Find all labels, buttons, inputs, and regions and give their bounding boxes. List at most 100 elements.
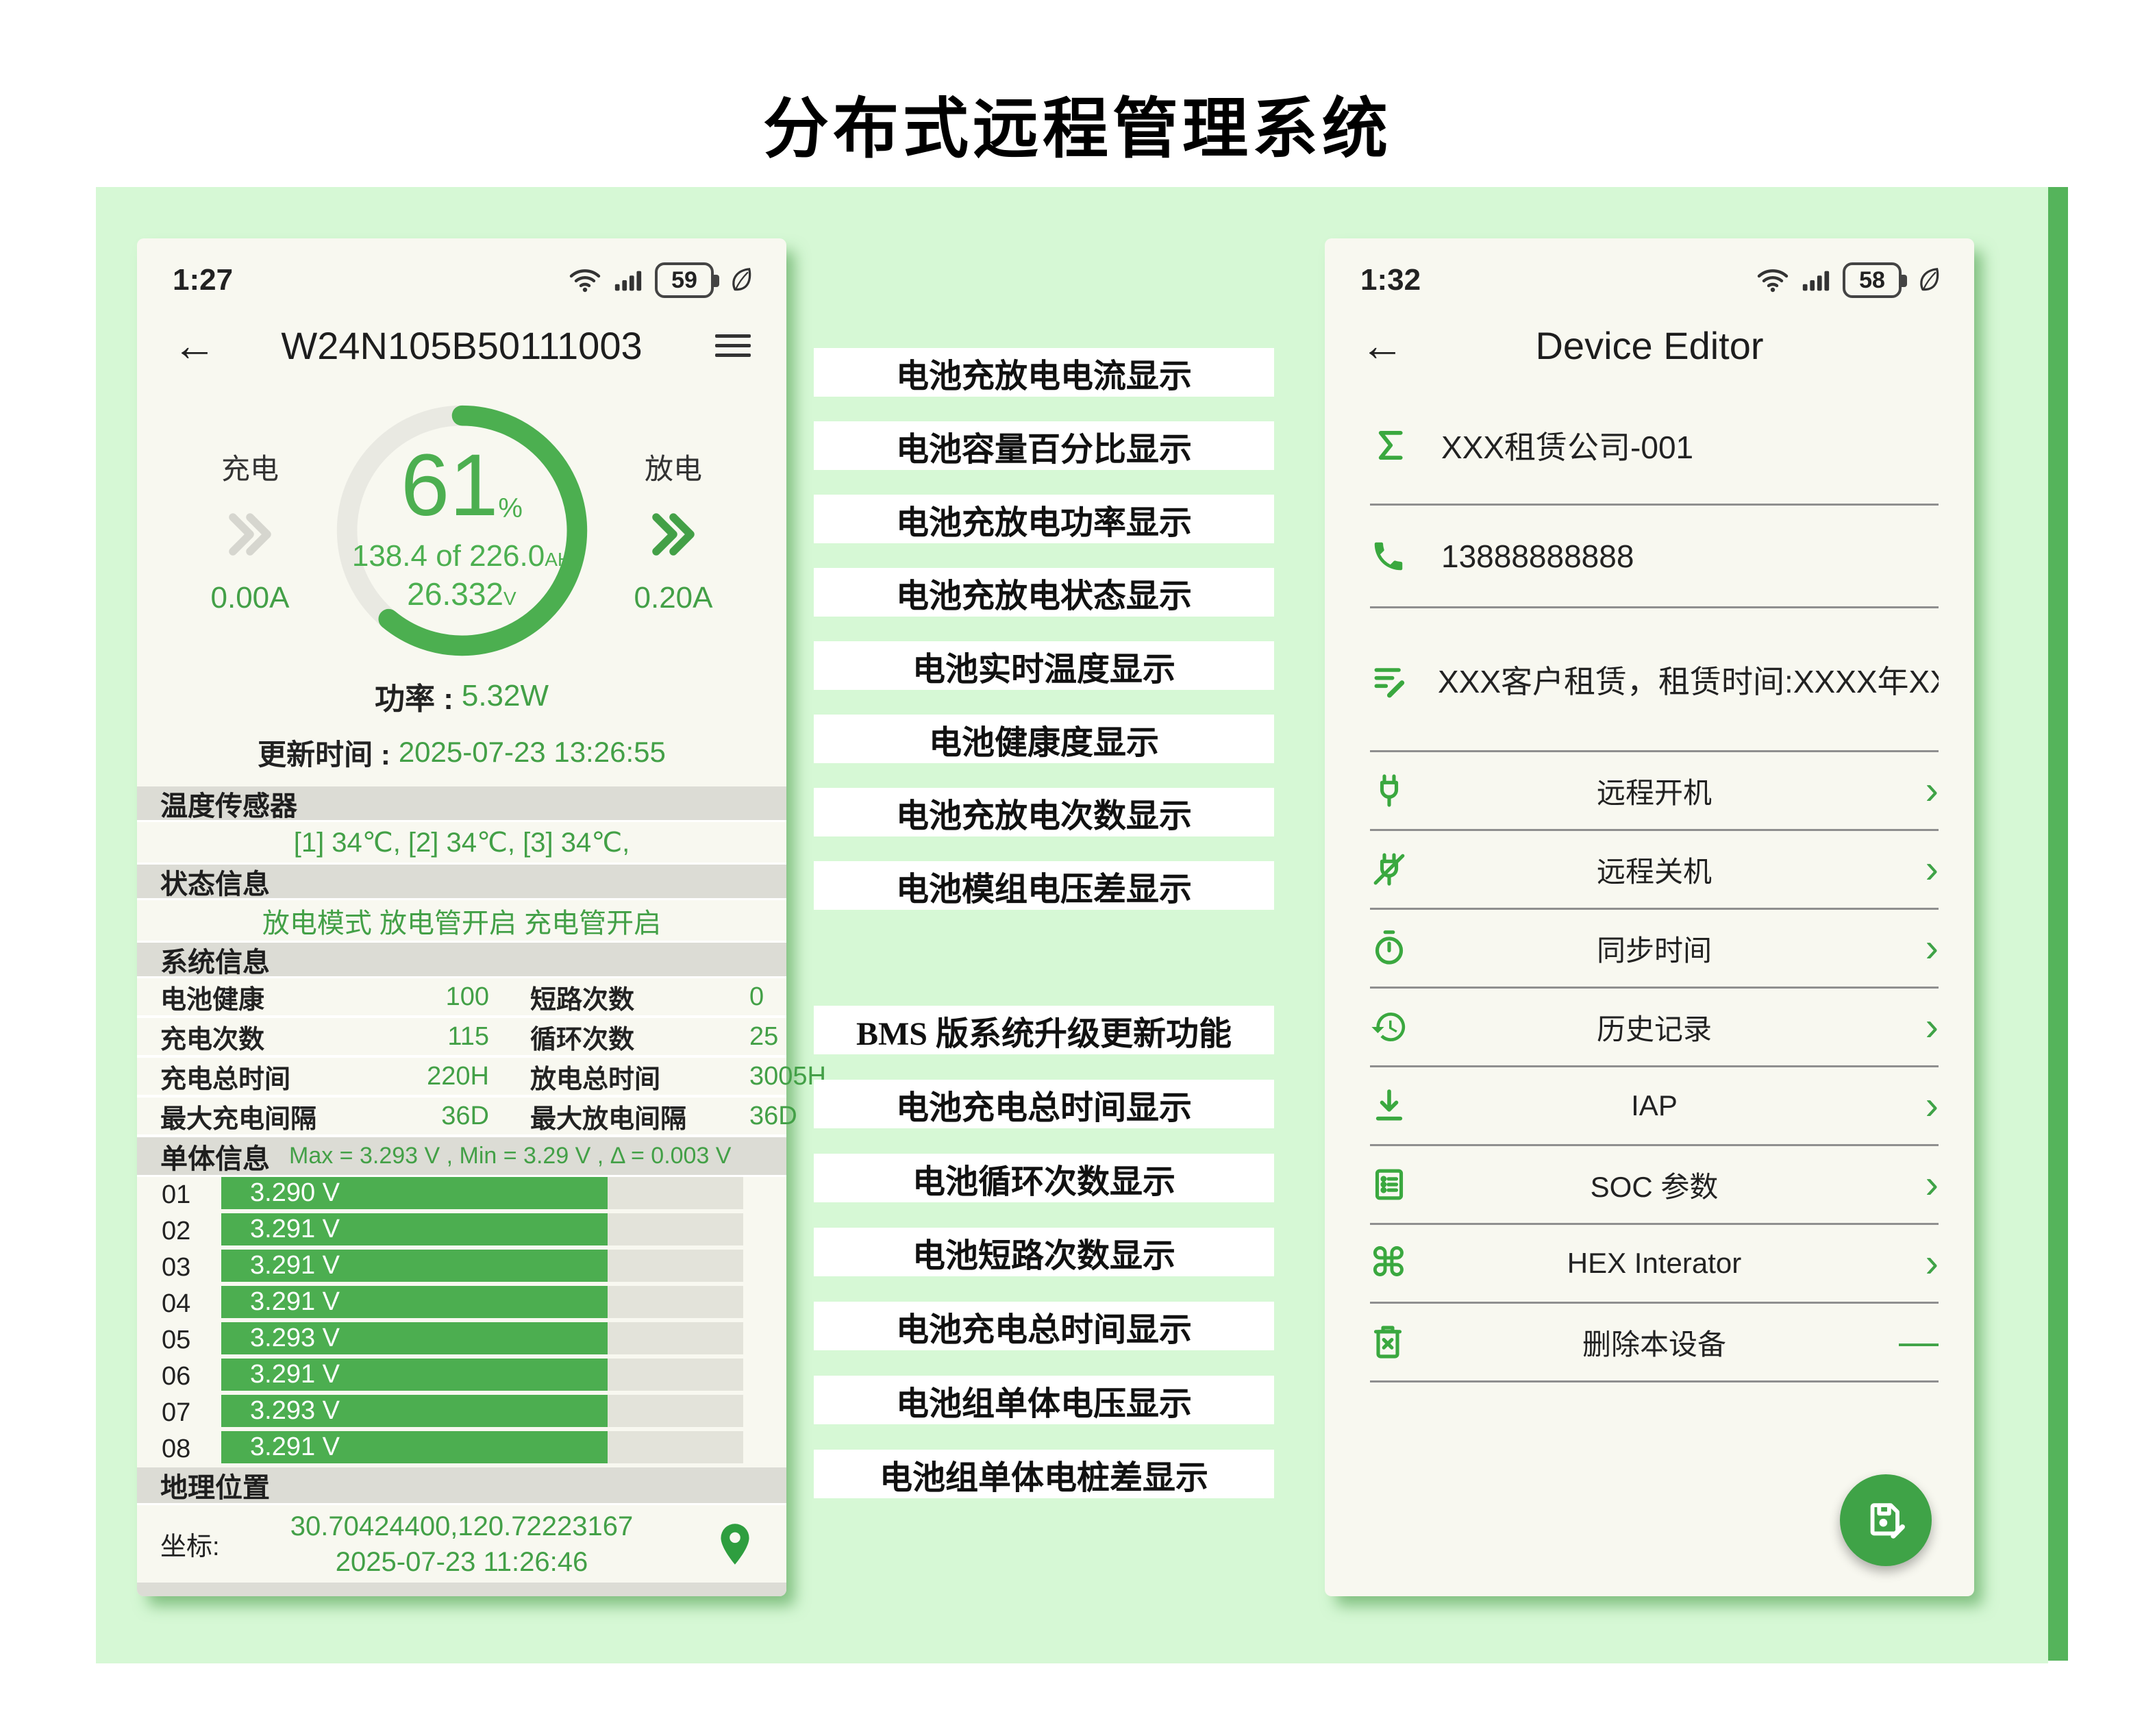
menu-item-power-off[interactable]: 远程关机 › [1370, 831, 1939, 910]
discharge-chevrons-icon [652, 512, 695, 556]
menu-item-history[interactable]: 历史记录 › [1370, 989, 1939, 1067]
geo-values: 30.70424400,120.72223167 2025-07-23 11:2… [240, 1509, 684, 1580]
feature-label: 电池充放电次数显示 [814, 788, 1274, 836]
section-geo: 地理位置 [137, 1467, 786, 1505]
soc-ring-text: 61 % 138.4 of 226.0AH 26.332V [327, 395, 597, 666]
status-icons: 58 [1756, 262, 1941, 298]
note-text: XXX客户租赁，租赁时间:XXXX年XX... [1438, 663, 1939, 699]
feature-label: 电池充放电状态显示 [814, 568, 1274, 617]
phone-icon [1374, 542, 1403, 570]
cell-bar-fill: 3.293 V [221, 1395, 608, 1427]
card-bottom-strip [137, 1583, 786, 1596]
chevron-right-icon: › [1925, 847, 1939, 891]
back-icon[interactable]: ← [1360, 323, 1404, 367]
feature-label: 电池充放电功率显示 [814, 495, 1274, 543]
feature-label: 电池短路次数显示 [814, 1228, 1274, 1276]
cell-bar-fill: 3.291 V [221, 1359, 608, 1391]
chevron-right-icon: › [1925, 1162, 1939, 1206]
charge-column: 充电 0.00A [185, 446, 315, 615]
feature-label: 电池充放电电流显示 [814, 348, 1274, 397]
device-editor-screen: 1:32 58 ← Device Editor XXX租赁公司-001 1388… [1325, 238, 1974, 1596]
background-panel-edge [2048, 187, 2068, 1661]
download-icon [1375, 1089, 1403, 1121]
sys-row: 电池健康 100 短路次数 0 [137, 978, 786, 1018]
cell-row: 04 3.291 V [137, 1286, 786, 1322]
chevron-right-icon: › [1925, 1004, 1939, 1049]
charge-label: 充电 [221, 452, 279, 485]
left-app-bar: ← W24N105B50111003 [137, 304, 786, 386]
plug-off-icon [1373, 853, 1405, 886]
capacity-text: 138.4 of 226.0AH [351, 539, 572, 573]
history-icon [1371, 1013, 1406, 1041]
chevron-right-icon: › [1925, 1083, 1939, 1128]
cell-row: 02 3.291 V [137, 1213, 786, 1250]
chevron-right-icon: › [1925, 926, 1939, 970]
location-pin-icon[interactable] [716, 1522, 754, 1566]
soc-ring: 61 % 138.4 of 226.0AH 26.332V [327, 395, 597, 666]
menu-icon[interactable] [715, 334, 751, 357]
company-name: XXX租赁公司-001 [1441, 429, 1694, 465]
section-system: 系统信息 [137, 943, 786, 978]
soc-percent-unit: % [498, 493, 523, 524]
page-title: 分布式远程管理系统 [763, 92, 1392, 166]
cells-stats: Max = 3.293 V , Min = 3.29 V , Δ = 0.003… [289, 1143, 732, 1169]
state-values: 放电模式 放电管开启 充电管开启 [137, 900, 786, 943]
menu-item-soc-params[interactable]: SOC 参数 › [1370, 1146, 1939, 1225]
update-time-line: 更新时间 : 2025-07-23 13:26:55 [258, 736, 666, 771]
discharge-column: 放电 0.20A [608, 446, 738, 615]
delete-icon [1373, 1326, 1402, 1359]
cell-row: 08 3.291 V [137, 1431, 786, 1467]
temperature-values: [1] 34℃, [2] 34℃, [3] 34℃, [137, 822, 786, 865]
sys-row: 充电次数 115 循环次数 25 [137, 1018, 786, 1058]
signal-icon [1802, 271, 1830, 291]
feature-label: BMS 版系统升级更新功能 [814, 1006, 1274, 1054]
clock: 1:32 [1360, 263, 1421, 297]
back-icon[interactable]: ← [173, 323, 216, 367]
chevron-right-icon: › [1925, 1241, 1939, 1285]
geo-row: 坐标: 30.70424400,120.72223167 2025-07-23 … [137, 1505, 786, 1583]
feature-label: 电池充电总时间显示 [814, 1080, 1274, 1128]
command-icon: ⌘ [1370, 1241, 1407, 1285]
phone-number: 13888888888 [1441, 538, 1634, 574]
cell-bar-fill: 3.291 V [221, 1431, 608, 1463]
device-detail-screen: 1:27 59 ← W24N105B50111003 充电 0.00A 61 %… [137, 238, 826, 1596]
feature-label: 电池实时温度显示 [814, 641, 1274, 690]
feature-label: 电池容量百分比显示 [814, 421, 1274, 470]
section-state: 状态信息 [137, 865, 786, 900]
menu-item-delete-device[interactable]: 删除本设备 — [1370, 1304, 1939, 1382]
wifi-icon [569, 269, 601, 293]
sys-row: 最大充电间隔 36D 最大放电间隔 36D [137, 1098, 797, 1137]
clock: 1:27 [173, 263, 234, 297]
company-field[interactable]: XXX租赁公司-001 [1370, 386, 1939, 506]
section-temperature: 温度传感器 [137, 786, 786, 822]
feature-label: 电池组单体电桩差显示 [814, 1450, 1274, 1498]
menu-item-power-on[interactable]: 远程开机 › [1370, 752, 1939, 831]
charge-current: 0.00A [210, 580, 290, 615]
plug-on-icon [1380, 774, 1399, 807]
note-field[interactable]: XXX客户租赁，租赁时间:XXXX年XX... [1370, 608, 1939, 752]
phone-field[interactable]: 13888888888 [1370, 506, 1939, 608]
cell-bar-fill: 3.291 V [221, 1250, 608, 1282]
left-status-bar: 1:27 59 [137, 238, 786, 304]
right-app-bar: ← Device Editor [1325, 304, 1974, 386]
charge-chevrons-icon [229, 512, 271, 556]
soc-params-icon [1375, 1169, 1404, 1200]
geo-coordinates: 30.70424400,120.72223167 [290, 1511, 634, 1541]
cell-bar-fill: 3.293 V [221, 1322, 608, 1354]
device-id-title: W24N105B50111003 [281, 323, 643, 367]
remove-icon: — [1899, 1319, 1939, 1364]
menu-item-sync-time[interactable]: 同步时间 › [1370, 910, 1939, 989]
signal-icon [614, 271, 642, 291]
cell-row: 01 3.290 V [137, 1177, 786, 1213]
menu-item-iap[interactable]: IAP › [1370, 1067, 1939, 1146]
sys-row: 充电总时间 220H 放电总时间 3005H [137, 1058, 826, 1098]
power-line: 功率 : 5.32W [374, 679, 549, 716]
save-fab-button[interactable] [1840, 1474, 1932, 1566]
feature-label: 电池循环次数显示 [814, 1154, 1274, 1202]
soc-percent: 61 [401, 436, 499, 535]
menu-item-hex-interator[interactable]: ⌘ HEX Interator › [1370, 1225, 1939, 1304]
battery-icon: 58 [1843, 262, 1907, 298]
feature-labels-group2: BMS 版系统升级更新功能 电池充电总时间显示 电池循环次数显示 电池短路次数显… [814, 1006, 1274, 1498]
cell-bar-fill: 3.291 V [221, 1213, 608, 1245]
geo-timestamp: 2025-07-23 11:26:46 [335, 1546, 588, 1577]
